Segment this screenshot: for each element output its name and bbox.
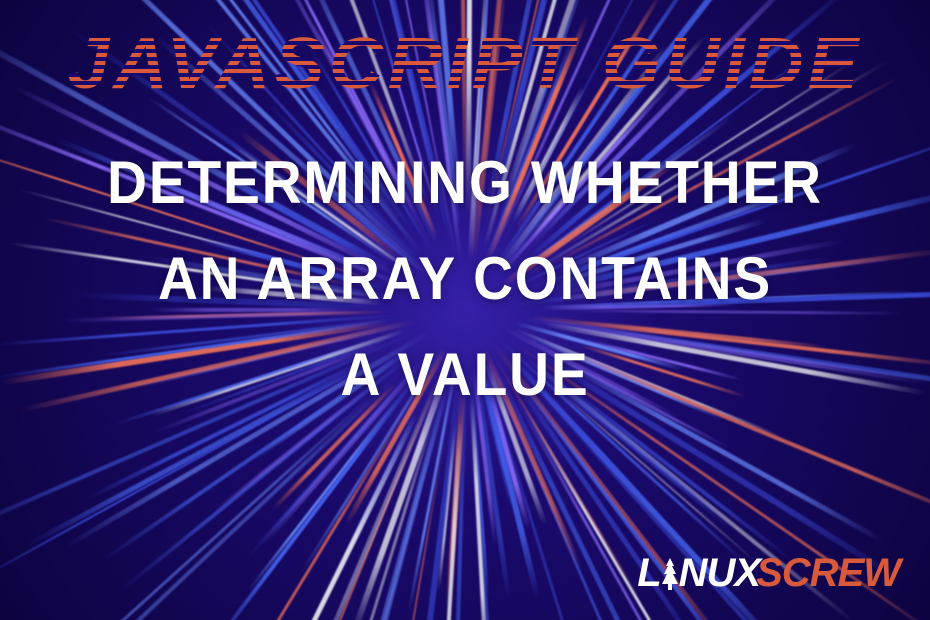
title-line-3: A VALUE [107, 327, 823, 423]
content-area: JAVASCRIPT GUIDE DETERMINING WHETHER AN … [0, 0, 930, 620]
logo-screw-text: SCREW [756, 551, 900, 596]
brand-logo: L NUX SCREW [637, 551, 900, 596]
title-line-2: AN ARRAY CONTAINS [107, 231, 823, 327]
tree-icon [659, 556, 681, 592]
category-title: JAVASCRIPT GUIDE [67, 32, 862, 97]
article-title: DETERMINING WHETHER AN ARRAY CONTAINS A … [107, 135, 823, 423]
title-line-1: DETERMINING WHETHER [107, 135, 823, 231]
logo-linux-text: L NUX [637, 551, 760, 596]
